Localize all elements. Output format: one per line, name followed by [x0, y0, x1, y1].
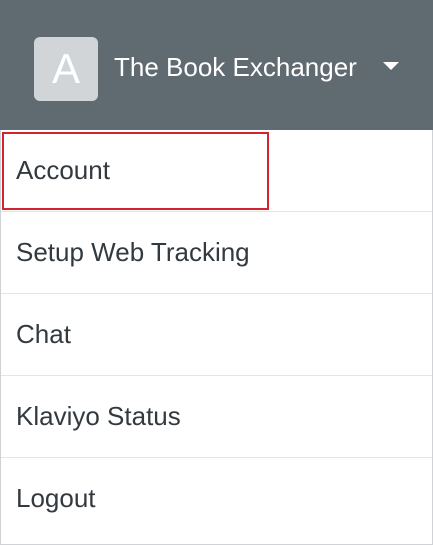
menu-item-label: Klaviyo Status	[16, 401, 181, 431]
menu-item-label: Logout	[16, 483, 96, 513]
menu-item-logout[interactable]: Logout	[1, 458, 432, 540]
menu-item-label: Setup Web Tracking	[16, 237, 250, 267]
caret-down-icon	[383, 62, 399, 70]
menu-item-label: Chat	[16, 319, 71, 349]
menu-item-chat[interactable]: Chat	[1, 294, 432, 376]
menu-item-label: Account	[16, 155, 110, 185]
account-dropdown-toggle[interactable]: A The Book Exchanger	[0, 0, 433, 130]
menu-item-account[interactable]: Account	[1, 130, 432, 212]
dropdown-menu: Account Setup Web Tracking Chat Klaviyo …	[0, 130, 433, 545]
account-name: The Book Exchanger	[114, 52, 357, 82]
account-dropdown: A The Book Exchanger Account Setup Web T…	[0, 0, 433, 545]
menu-item-klaviyo-status[interactable]: Klaviyo Status	[1, 376, 432, 458]
menu-item-setup-web-tracking[interactable]: Setup Web Tracking	[1, 212, 432, 294]
avatar: A	[34, 37, 98, 101]
